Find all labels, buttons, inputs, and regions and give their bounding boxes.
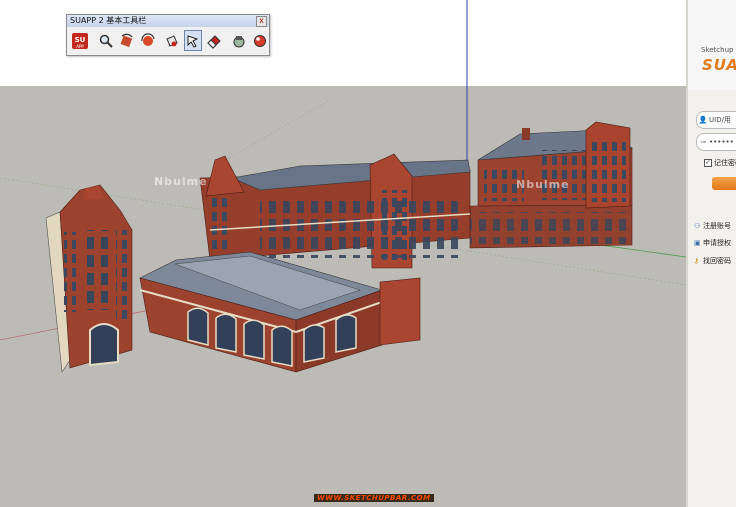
eraser-icon (207, 34, 222, 49)
key-icon: ⚷ (694, 257, 700, 265)
watermark: Nbulme (154, 175, 208, 188)
material-button[interactable] (251, 30, 269, 51)
recover-password-link[interactable]: ⚷ 找回密码 (694, 256, 731, 266)
toolbar-titlebar[interactable]: SUAPP 2 基本工具栏 x (67, 15, 269, 27)
panel-header: Sketchup SUA (688, 0, 736, 90)
select-button[interactable] (184, 30, 203, 51)
building-tower (45, 184, 133, 373)
register-label: 注册账号 (703, 222, 731, 230)
panel-app-name: Sketchup (701, 46, 734, 54)
remember-label: 记住密码 (714, 159, 736, 167)
orbit-icon (141, 32, 155, 46)
authorize-label: 申请授权 (703, 239, 731, 247)
users-icon: ⚇ (694, 222, 701, 230)
suapp-login-panel: Sketchup SUA 👤UID/用 ⊸•••••• ✓记住密码 ⚇注册账号 … (686, 0, 736, 507)
toolbar-title: SUAPP 2 基本工具栏 (70, 16, 147, 25)
orbit-button[interactable] (139, 30, 157, 51)
paint-button[interactable] (163, 30, 181, 51)
toolbar-close-button[interactable]: x (256, 16, 267, 27)
password-input[interactable]: ⊸ •••••• (696, 133, 736, 151)
login-button[interactable] (712, 177, 736, 190)
material-icon (254, 34, 267, 47)
svg-text:APP: APP (76, 44, 84, 49)
id-card-icon: ▣ (694, 239, 701, 247)
svg-text:SU: SU (75, 36, 86, 44)
register-link[interactable]: ⚇ 注册账号 (694, 221, 731, 231)
recover-label: 找回密码 (703, 257, 731, 265)
component-icon (233, 35, 245, 47)
suapp-logo-icon: SUAPP (72, 32, 88, 49)
user-icon: 👤 (698, 116, 708, 124)
suapp-toolbar: SUAPP 2 基本工具栏 x SU APP (66, 14, 270, 56)
rotate-icon (120, 33, 133, 47)
key-icon: ⊸ (700, 138, 706, 146)
paint-bucket-icon (166, 34, 179, 47)
rotate-button[interactable] (118, 30, 136, 51)
eraser-button[interactable] (205, 30, 223, 51)
password-mask: •••••• (709, 138, 734, 146)
3d-scene (0, 0, 686, 507)
suapp-logo-button[interactable]: SU APP (70, 30, 90, 51)
component-button[interactable] (230, 30, 248, 51)
panel-logo: SUA (702, 56, 736, 74)
remember-password-checkbox[interactable]: ✓记住密码 (704, 158, 736, 168)
select-arrow-icon (187, 34, 199, 48)
zoom-button[interactable] (97, 30, 115, 51)
checkbox-icon: ✓ (704, 159, 712, 167)
watermark: Nbulme (516, 178, 570, 191)
uid-input[interactable]: 👤 UID/用 (696, 111, 736, 129)
site-link[interactable]: WWW.SKETCHUPBAR.COM (314, 494, 434, 502)
magnifier-icon (99, 34, 113, 48)
toolbar-icons: SU APP (67, 27, 269, 51)
uid-placeholder: UID/用 (709, 116, 731, 124)
authorize-link[interactable]: ▣ 申请授权 (694, 238, 731, 248)
modeling-viewport[interactable]: Nbulme Nbulme WWW.SKETCHUPBAR.COM SUAPP … (0, 0, 686, 507)
